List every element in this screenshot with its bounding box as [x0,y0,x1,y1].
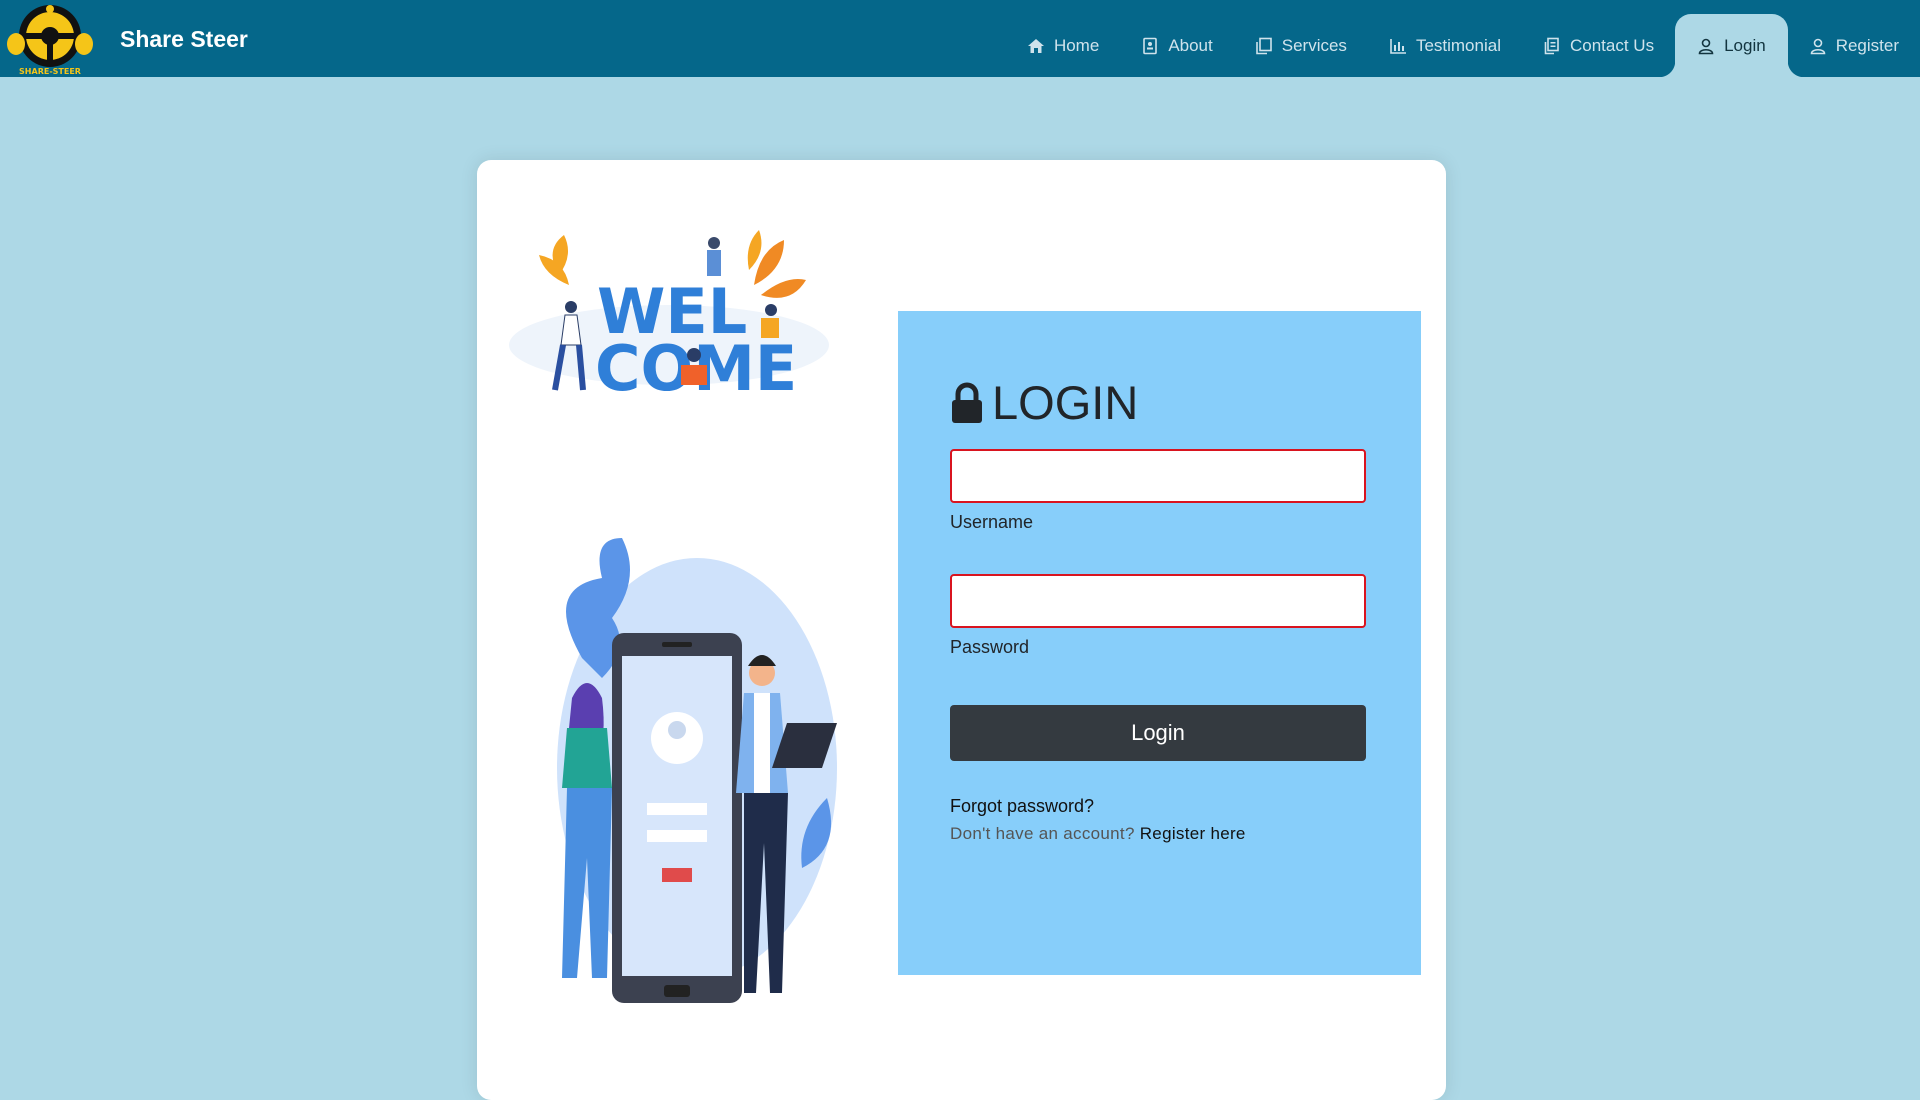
forgot-password-link[interactable]: Forgot password? [950,796,1094,817]
nav-contact-label: Contact Us [1569,35,1655,55]
username-input[interactable] [950,449,1366,503]
login-heading: LOGIN [950,375,1138,430]
login-panel: LOGIN Username Password Login Forgot pas… [898,311,1421,975]
about-icon [1141,37,1159,55]
nav-login[interactable]: Login [1659,14,1804,77]
nav-testimonial[interactable]: Testimonial [1368,14,1522,77]
nav-services-label: Services [1281,35,1347,55]
nav-contact[interactable]: Contact Us [1522,14,1675,77]
chart-icon [1389,37,1407,55]
nav-services[interactable]: Services [1234,14,1368,77]
nav-home[interactable]: Home [1006,14,1120,77]
svg-text:SHARE-STEER: SHARE-STEER [19,67,81,76]
no-account-text: Don't have an account? [950,824,1135,843]
nav-login-label: Login [1724,35,1766,55]
user-icon [1809,37,1827,55]
username-label: Username [950,512,1034,532]
main-nav: Home About Services Testimonial Contact … [1006,0,1920,77]
welcome-illustration: WEL COME [509,230,829,405]
login-button[interactable]: Login [950,705,1366,761]
user-icon [1697,37,1715,55]
lock-icon [950,382,984,424]
services-icon [1255,37,1273,55]
nav-testimonial-label: Testimonial [1415,35,1501,55]
nav-home-label: Home [1053,35,1100,55]
password-input[interactable] [950,574,1366,628]
contact-icon [1543,37,1561,55]
login-card: WEL COME [477,160,1446,1100]
home-icon [1027,37,1045,55]
password-label: Password [950,637,1030,657]
login-illustration [557,538,837,1003]
nav-about[interactable]: About [1120,14,1233,77]
brand-name[interactable]: Share Steer [120,26,248,53]
register-prompt: Don't have an account? Register here [950,824,1246,844]
nav-register-label: Register [1835,35,1899,55]
nav-about-label: About [1168,35,1213,55]
register-here-link[interactable]: Register here [1140,824,1246,843]
nav-register[interactable]: Register [1788,14,1920,77]
login-title: LOGIN [992,376,1139,429]
top-navbar: SHARE-STEER Share Steer Home About Servi… [0,0,1920,77]
share-steer-logo[interactable]: SHARE-STEER [4,2,96,76]
